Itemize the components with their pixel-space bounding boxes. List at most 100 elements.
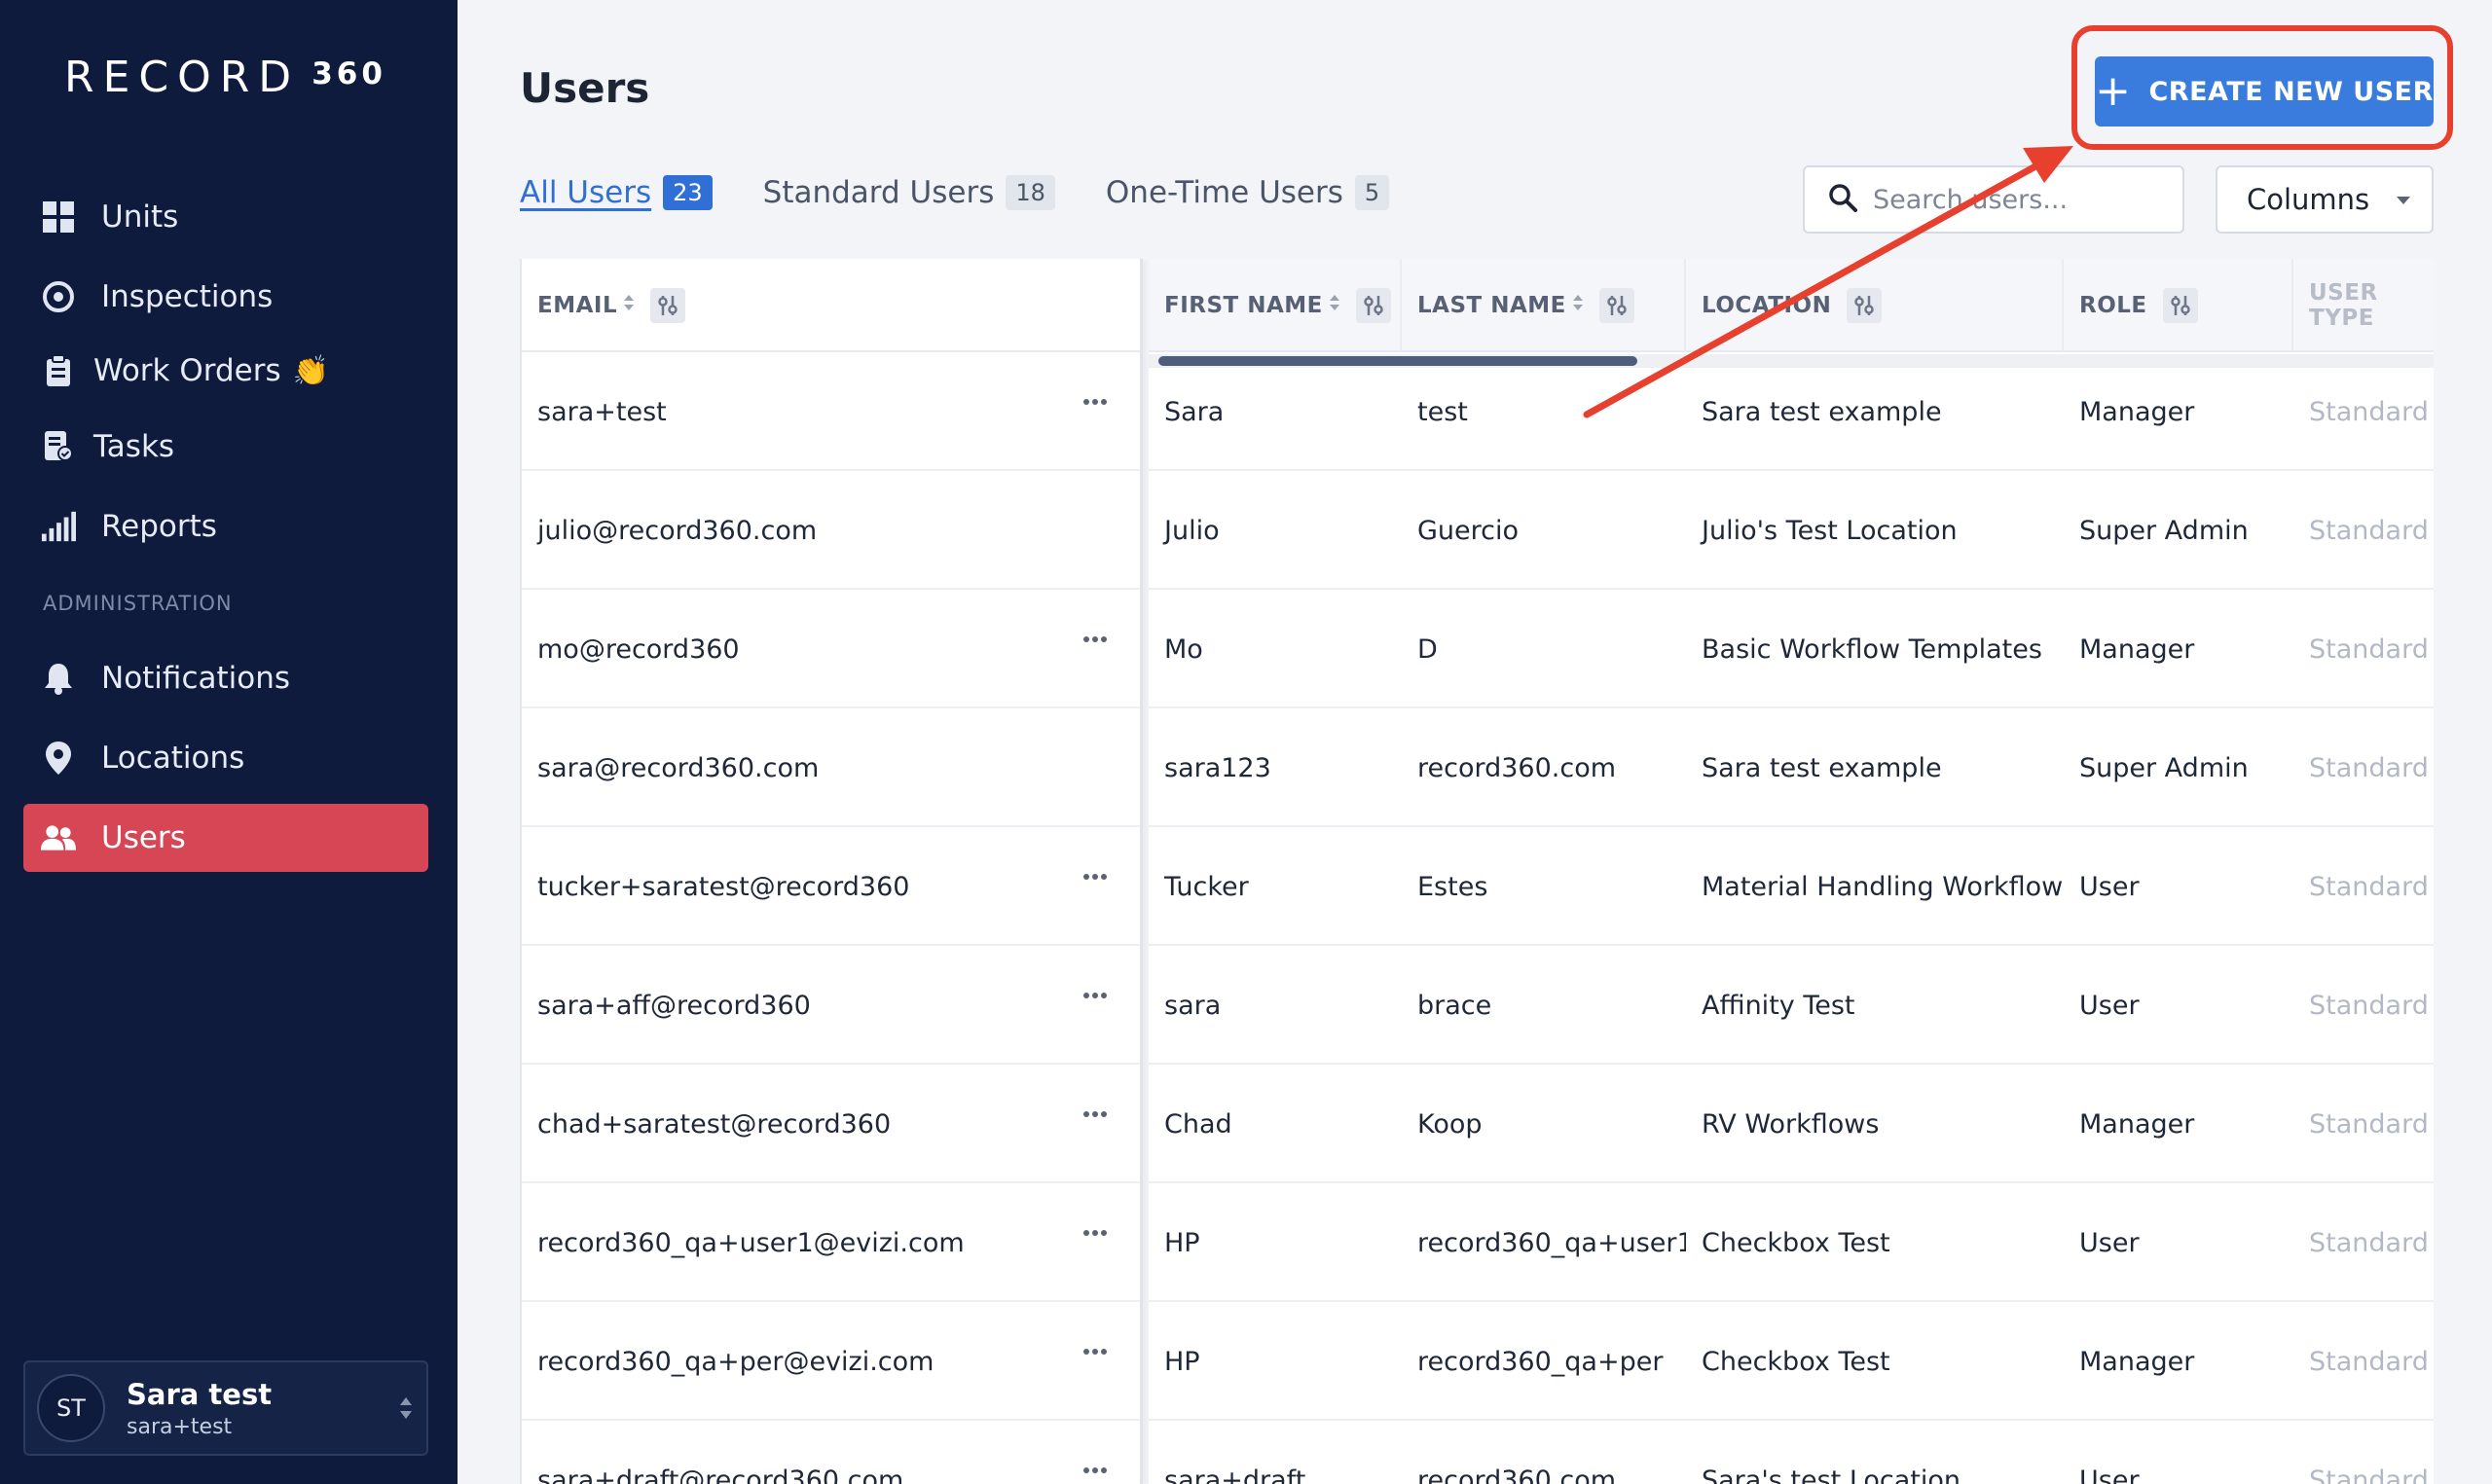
filter-icon[interactable] <box>650 288 686 323</box>
table-row[interactable]: chad+saratest@record360 <box>522 1065 1140 1183</box>
cell-location: Material Handling Workflows <box>1702 871 2064 902</box>
more-options-icon[interactable] <box>1083 1467 1107 1473</box>
header-label: FIRST NAME <box>1164 293 1323 318</box>
filter-icon[interactable] <box>2162 288 2198 323</box>
cell-first-name: HP <box>1164 1346 1200 1377</box>
sidebar-item-users[interactable]: Users <box>23 804 428 872</box>
cell-user-type: Standard <box>2309 990 2429 1021</box>
user-profile-card[interactable]: ST Sara test sara+test <box>23 1360 428 1456</box>
tab-all-users[interactable]: All Users 23 <box>520 175 713 210</box>
table-row[interactable]: sara+draft@record360.com <box>522 1421 1140 1484</box>
cell-role: Super Admin <box>2079 515 2249 546</box>
sidebar-item-label: Users <box>101 820 186 855</box>
cell-role: Super Admin <box>2079 752 2249 783</box>
logo-text: RECORD <box>64 53 301 102</box>
filter-icon[interactable] <box>1355 288 1391 323</box>
table-row[interactable]: sara@record360.com <box>522 708 1140 827</box>
create-new-user-button[interactable]: + CREATE NEW USER <box>2095 56 2434 127</box>
cell-first-name: sara+draft <box>1164 1465 1306 1484</box>
table-row[interactable]: HP record360_qa+per Checkbox Test Manager St… <box>1149 1302 2434 1421</box>
table-row[interactable]: sara123 record360.com Sara test example Sup… <box>1149 708 2434 827</box>
map-pin-icon <box>41 741 76 776</box>
chevron-up-down-icon <box>399 1395 413 1425</box>
cell-first-name: Mo <box>1164 633 1203 665</box>
sidebar-item-reports[interactable]: Reports <box>23 492 428 561</box>
sort-icon[interactable] <box>623 293 635 318</box>
sidebar-item-label: Locations <box>101 741 245 776</box>
table-row[interactable]: record360_qa+user1@evizi.com <box>522 1183 1140 1302</box>
table-row[interactable]: record360_qa+per@evizi.com <box>522 1302 1140 1421</box>
cell-first-name: Julio <box>1164 515 1220 546</box>
cell-role: Manager <box>2079 633 2195 665</box>
more-options-icon[interactable] <box>1083 1111 1107 1117</box>
table-row[interactable]: HP record360_qa+user1 Checkbox Test User Sta… <box>1149 1183 2434 1302</box>
tab-count-badge: 5 <box>1354 175 1390 210</box>
logo-number: 360 <box>312 56 386 91</box>
page-title: Users <box>520 64 650 112</box>
sidebar-item-tasks[interactable]: Tasks <box>23 413 428 481</box>
table-row[interactable]: sara+aff@record360 <box>522 946 1140 1065</box>
tab-one-time-users[interactable]: One-Time Users 5 <box>1106 175 1390 210</box>
cell-email: mo@record360 <box>537 633 740 665</box>
table-row[interactable]: julio@record360.com <box>522 471 1140 590</box>
sort-icon[interactable] <box>1329 293 1340 318</box>
tab-standard-users[interactable]: Standard Users 18 <box>763 175 1055 210</box>
tab-label: Standard Users <box>762 175 995 210</box>
cell-email: record360_qa+user1@evizi.com <box>537 1227 965 1258</box>
table-row[interactable]: sara+test <box>522 352 1140 471</box>
header-first-name[interactable]: FIRST NAME <box>1149 259 1402 352</box>
sidebar-item-inspections[interactable]: Inspections <box>23 263 428 331</box>
more-options-icon[interactable] <box>1083 636 1107 642</box>
header-email[interactable]: EMAIL <box>522 259 1145 352</box>
table-row[interactable]: Julio Guercio Julio's Test Location Super A… <box>1149 471 2434 590</box>
cell-first-name: Tucker <box>1164 871 1249 902</box>
cell-first-name: Sara <box>1164 396 1225 427</box>
cell-last-name: Estes <box>1417 871 1488 902</box>
more-options-icon[interactable] <box>1083 1230 1107 1236</box>
cell-first-name: Chad <box>1164 1108 1232 1140</box>
table-row[interactable]: Chad Koop RV Workflows Manager Standard <box>1149 1065 2434 1183</box>
more-options-icon[interactable] <box>1083 993 1107 998</box>
cell-role: User <box>2079 990 2140 1021</box>
create-new-user-label: CREATE NEW USER <box>2148 76 2434 107</box>
cell-last-name: D <box>1417 633 1438 665</box>
cell-last-name: brace <box>1417 990 1492 1021</box>
table-row[interactable]: Mo D Basic Workflow Templates Manager Standa… <box>1149 590 2434 708</box>
table-row[interactable]: tucker+saratest@record360 <box>522 827 1140 946</box>
sidebar-item-work-orders[interactable]: Work Orders 👏 <box>23 337 428 405</box>
cell-user-type: Standard <box>2309 633 2429 665</box>
table-row[interactable]: mo@record360 <box>522 590 1140 708</box>
sidebar-item-locations[interactable]: Locations <box>23 724 428 792</box>
header-label: USER TYPE <box>2309 280 2378 331</box>
cell-first-name: sara123 <box>1164 752 1271 783</box>
more-options-icon[interactable] <box>1083 399 1107 405</box>
sidebar-item-notifications[interactable]: Notifications <box>23 644 428 712</box>
columns-dropdown-button[interactable]: Columns <box>2216 165 2434 234</box>
cell-location: Checkbox Test <box>1702 1227 1890 1258</box>
table-row[interactable]: sara+draft record360.com Sara's test Locat… <box>1149 1421 2434 1484</box>
record360-logo[interactable]: RECORD 360 <box>64 53 386 102</box>
sidebar-item-label: Work Orders <box>93 353 281 388</box>
sidebar-item-units[interactable]: Units <box>23 183 428 251</box>
cell-email: tucker+saratest@record360 <box>537 871 910 902</box>
cell-role: User <box>2079 1465 2140 1484</box>
cell-location: Checkbox Test <box>1702 1346 1890 1377</box>
cell-email: sara+test <box>537 396 667 427</box>
cell-first-name: HP <box>1164 1227 1200 1258</box>
header-user-type[interactable]: USER TYPE <box>2293 259 2434 352</box>
cell-user-type: Standard <box>2309 871 2429 902</box>
clipboard-icon <box>41 353 76 388</box>
sidebar-item-label: Tasks <box>93 429 175 464</box>
cell-location: RV Workflows <box>1702 1108 1880 1140</box>
administration-section-label: ADMINISTRATION <box>43 592 233 615</box>
users-table: EMAIL sara+test julio@record360.com mo@rec… <box>520 259 2434 1484</box>
target-icon <box>41 279 76 314</box>
more-options-icon[interactable] <box>1083 874 1107 880</box>
table-row[interactable]: sara brace Affinity Test User Standard <box>1149 946 2434 1065</box>
annotation-arrow-icon <box>1583 146 2073 418</box>
more-options-icon[interactable] <box>1083 1349 1107 1355</box>
sidebar-item-label: Inspections <box>101 279 274 314</box>
cell-location: Basic Workflow Templates <box>1702 633 2042 665</box>
user-username: sara+test <box>127 1414 233 1439</box>
table-row[interactable]: Tucker Estes Material Handling Workflows Us… <box>1149 827 2434 946</box>
